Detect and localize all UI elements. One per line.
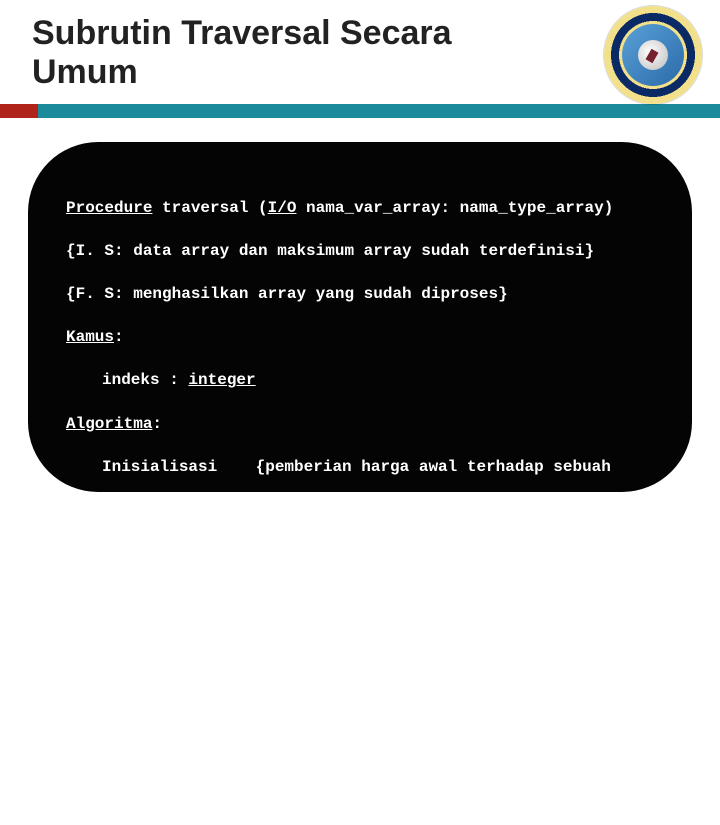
init-label: Inisialisasi [102,458,217,476]
colon2: : [152,415,162,433]
kw-algoritma: Algoritma [66,415,152,433]
initial-state: {I. S: data array dan maksimum array sud… [66,241,658,263]
proc-sig-rest: nama_var_array: nama_type_array) [296,199,613,217]
term-label: Terminasi [102,675,188,693]
kamus-line: indeks : [102,371,188,389]
accent-bar [0,104,720,118]
left-arrow-icon: 🡐 [217,545,260,562]
kw-procedure: Procedure [66,199,152,217]
slide-title: Subrutin Traversal Secara Umum [32,14,560,92]
accent-red-block [0,104,38,118]
university-logo [604,6,702,104]
pseudocode: Procedure traversal (I/O nama_var_array:… [66,176,658,825]
kw-endprocedure: End.Procedure [66,761,191,779]
kw-to: to [308,545,327,563]
final-state: {F. S: menghasilkan array yang sudah dip… [66,284,658,306]
for-mid: 1 [260,545,298,563]
term-comment2: proses selesai} [66,717,658,739]
term-comment1: {penutupan yang harus dilakukan setelah [217,675,591,693]
kw-endfor: endfor [102,631,160,649]
kw-do: do [471,545,490,563]
for-end: maks_array [327,545,461,563]
init-comment2: variabel} [66,500,658,522]
kw-kamus: Kamus [66,328,114,346]
proses: proses [131,588,189,606]
proc-name: traversal ( [152,199,267,217]
kw-integer: integer [188,371,255,389]
init-comment1: {pemberian harga awal terhadap sebuah [256,458,611,476]
kw-for: for [102,545,131,563]
code-panel: Procedure traversal (I/O nama_var_array:… [28,142,692,492]
for-var: indeks [131,545,208,563]
colon1: : [114,328,124,346]
kw-io: I/O [268,199,297,217]
